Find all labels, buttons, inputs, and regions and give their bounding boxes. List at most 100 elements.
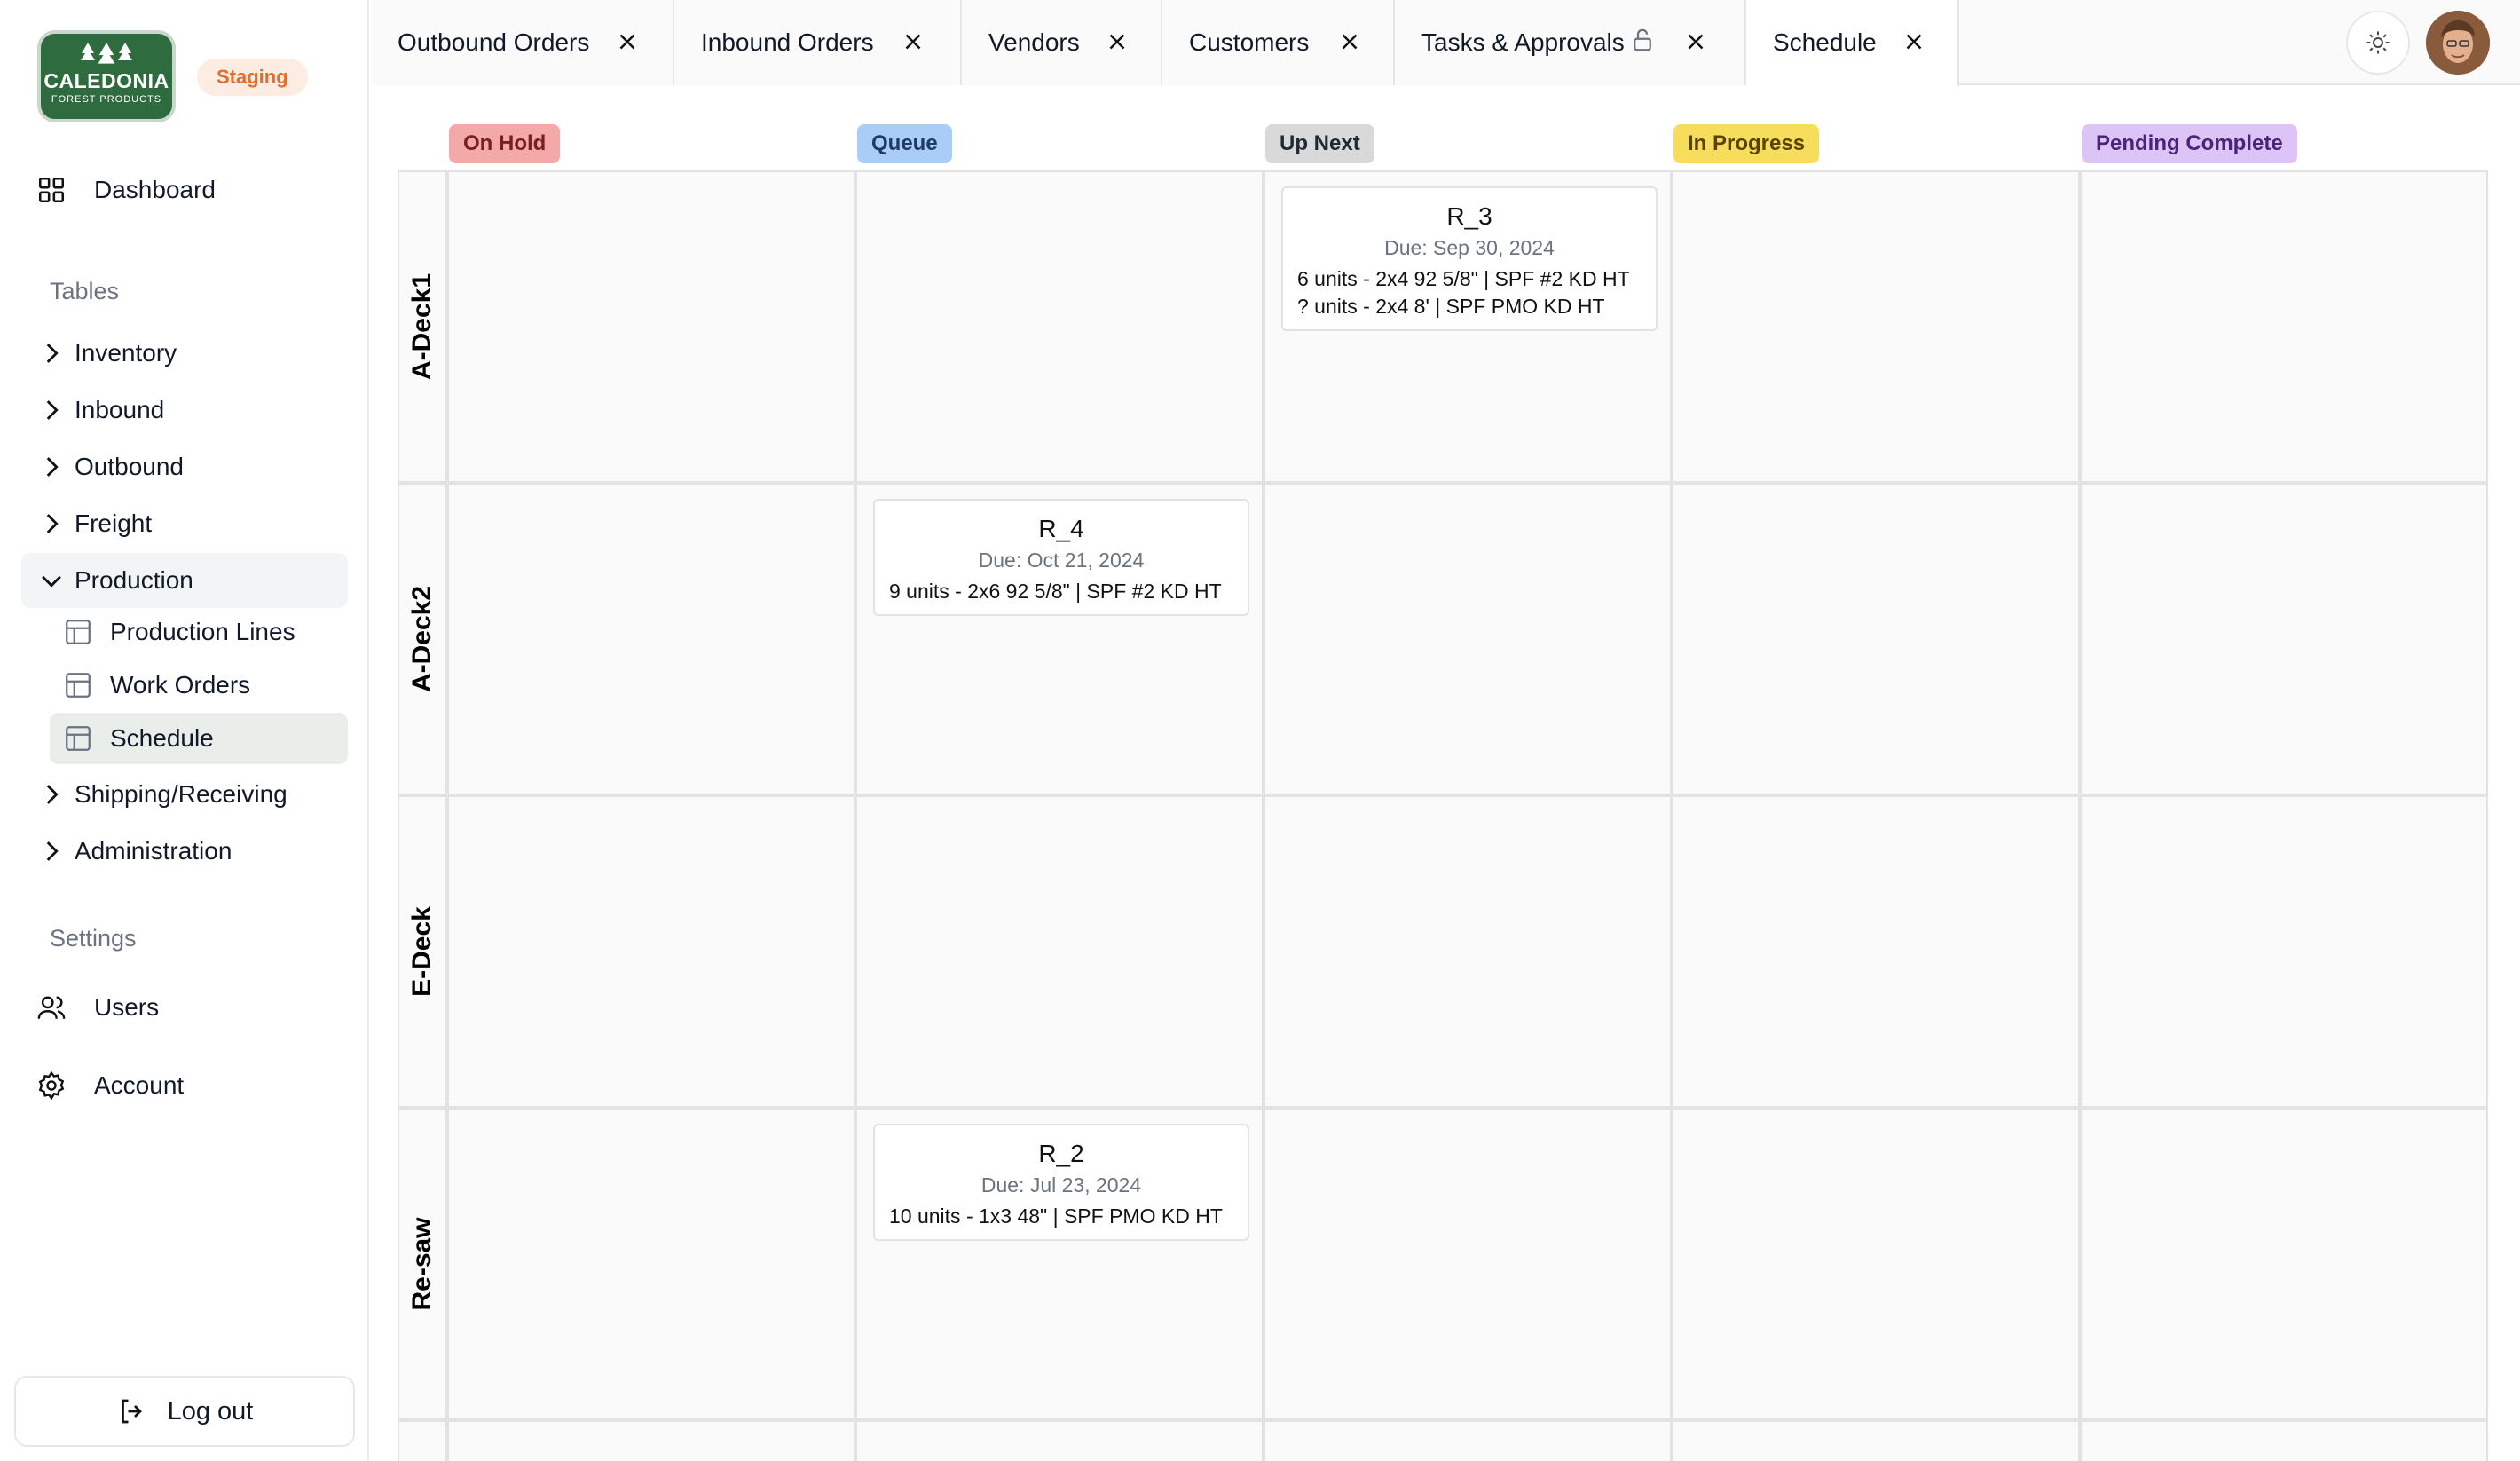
sidebar-item-label: Production: [75, 566, 193, 594]
row-label-a-deck2: A-Deck2: [398, 483, 447, 795]
board-cell[interactable]: [447, 483, 855, 795]
tab-label: Inbound Orders: [701, 28, 874, 56]
user-avatar[interactable]: [2426, 11, 2490, 75]
sidebar-item-label: Dashboard: [94, 176, 216, 203]
sidebar-item-work-orders[interactable]: Work Orders: [50, 659, 348, 711]
sidebar-item-schedule[interactable]: Schedule: [50, 713, 348, 764]
sidebar-item-production-lines[interactable]: Production Lines: [50, 606, 348, 658]
tab-tasks-approvals[interactable]: Tasks & Approvals: [1395, 0, 1746, 85]
order-card-r4[interactable]: R_4 Due: Oct 21, 2024 9 units - 2x6 92 5…: [873, 499, 1249, 616]
sidebar-item-label: Work Orders: [110, 671, 251, 699]
lock-icon: [1629, 27, 1656, 55]
row-label-e-deck: E-Deck: [398, 795, 447, 1108]
logo-subtitle: FOREST PRODUCTS: [51, 94, 162, 105]
sidebar-item-account[interactable]: Account: [35, 1058, 184, 1113]
row-label-re-saw: Re-saw: [398, 1108, 447, 1420]
tab-label: Vendors: [988, 28, 1080, 56]
tab-schedule[interactable]: Schedule: [1746, 0, 1959, 87]
column-header-queue: Queue: [857, 124, 952, 163]
chevron-right-icon: [35, 835, 67, 867]
table-icon: [62, 669, 94, 701]
sidebar-item-label: Freight: [75, 509, 153, 537]
board-cell[interactable]: [447, 1108, 855, 1420]
sidebar-item-outbound[interactable]: Outbound: [35, 439, 184, 494]
theme-toggle-button[interactable]: [2346, 11, 2410, 75]
board-cell[interactable]: [2080, 795, 2488, 1108]
card-due-date: Due: Oct 21, 2024: [978, 549, 1145, 572]
close-icon[interactable]: [1682, 28, 1709, 55]
sidebar-item-shipping-receiving[interactable]: Shipping/Receiving: [35, 767, 287, 822]
row-label-a-deck1: A-Deck1: [398, 170, 447, 483]
sidebar-item-production[interactable]: Production: [21, 553, 348, 608]
board-cell[interactable]: [1672, 1420, 2080, 1461]
sidebar-item-inventory[interactable]: Inventory: [35, 326, 177, 381]
close-icon[interactable]: [614, 28, 641, 55]
sidebar-item-label: Shipping/Receiving: [75, 780, 287, 808]
tab-vendors[interactable]: Vendors: [962, 0, 1162, 85]
board-cell[interactable]: [1672, 1108, 2080, 1420]
sun-icon: [2365, 29, 2391, 56]
order-card-r3[interactable]: R_3 Due: Sep 30, 2024 6 units - 2x4 92 5…: [1281, 186, 1658, 331]
sidebar-item-label: Inventory: [75, 339, 177, 367]
close-icon[interactable]: [1104, 28, 1130, 55]
sidebar-item-label: Schedule: [110, 724, 214, 752]
settings-section-label: Settings: [50, 925, 137, 952]
board-cell[interactable]: [1264, 795, 1672, 1108]
environment-badge: Staging: [197, 59, 308, 96]
board-cell[interactable]: [1264, 483, 1672, 795]
board-cell[interactable]: [2080, 170, 2488, 483]
column-header-pending-complete: Pending Complete: [2082, 124, 2297, 163]
order-card-r2[interactable]: R_2 Due: Jul 23, 2024 10 units - 1x3 48"…: [873, 1124, 1249, 1241]
column-header-in-progress: In Progress: [1673, 124, 1820, 163]
sidebar-item-label: Administration: [75, 837, 232, 865]
chevron-right-icon: [35, 451, 67, 483]
sidebar-item-label: Account: [94, 1071, 185, 1099]
close-icon[interactable]: [1901, 28, 1927, 55]
chevron-right-icon: [35, 508, 67, 540]
table-icon: [62, 723, 94, 754]
company-logo[interactable]: CALEDONIA FOREST PRODUCTS: [37, 30, 176, 122]
column-header-up-next: Up Next: [1265, 124, 1374, 163]
board-cell[interactable]: [855, 795, 1264, 1108]
board-cell[interactable]: [447, 1420, 855, 1461]
board-cell[interactable]: [1264, 1108, 1672, 1420]
card-title: R_4: [1038, 515, 1084, 542]
board-cell[interactable]: [1672, 170, 2080, 483]
board-cell[interactable]: [855, 1420, 1264, 1461]
sidebar-item-users[interactable]: Users: [35, 980, 159, 1035]
close-icon[interactable]: [1336, 28, 1363, 55]
logout-icon: [116, 1395, 148, 1427]
sidebar-item-label: Outbound: [75, 453, 184, 480]
board-cell[interactable]: [2080, 1420, 2488, 1461]
chevron-down-icon: [35, 565, 67, 596]
logout-button[interactable]: Log out: [14, 1376, 355, 1447]
card-line-item: 6 units - 2x4 92 5/8" | SPF #2 KD HT: [1297, 267, 1630, 290]
sidebar-item-inbound[interactable]: Inbound: [35, 383, 164, 438]
sidebar-item-freight[interactable]: Freight: [35, 496, 152, 551]
board-cell[interactable]: [1672, 795, 2080, 1108]
sidebar-item-dashboard[interactable]: Dashboard: [35, 162, 216, 217]
sidebar: CALEDONIA FOREST PRODUCTS Staging Dashbo…: [0, 0, 369, 1461]
board-cell[interactable]: [855, 170, 1264, 483]
row-label-text: A-Deck2: [407, 585, 437, 693]
sidebar-item-label: Users: [94, 993, 160, 1021]
users-icon: [35, 991, 67, 1023]
board-cell[interactable]: [2080, 483, 2488, 795]
chevron-right-icon: [35, 778, 67, 810]
chevron-right-icon: [35, 394, 67, 426]
row-label-text: E-Deck: [407, 906, 437, 997]
board-cell[interactable]: [1264, 1420, 1672, 1461]
tab-inbound-orders[interactable]: Inbound Orders: [674, 0, 962, 85]
board-cell[interactable]: [447, 170, 855, 483]
board-cell[interactable]: [1672, 483, 2080, 795]
tab-outbound-orders[interactable]: Outbound Orders: [371, 0, 674, 85]
board-cell[interactable]: [447, 795, 855, 1108]
card-title: R_2: [1038, 1140, 1084, 1167]
board-cell[interactable]: [2080, 1108, 2488, 1420]
card-due-date: Due: Sep 30, 2024: [1384, 236, 1555, 259]
tab-customers[interactable]: Customers: [1162, 0, 1395, 85]
sidebar-item-administration[interactable]: Administration: [35, 824, 232, 879]
close-icon[interactable]: [900, 28, 926, 55]
dashboard-icon: [35, 174, 67, 206]
card-title: R_3: [1446, 202, 1492, 230]
